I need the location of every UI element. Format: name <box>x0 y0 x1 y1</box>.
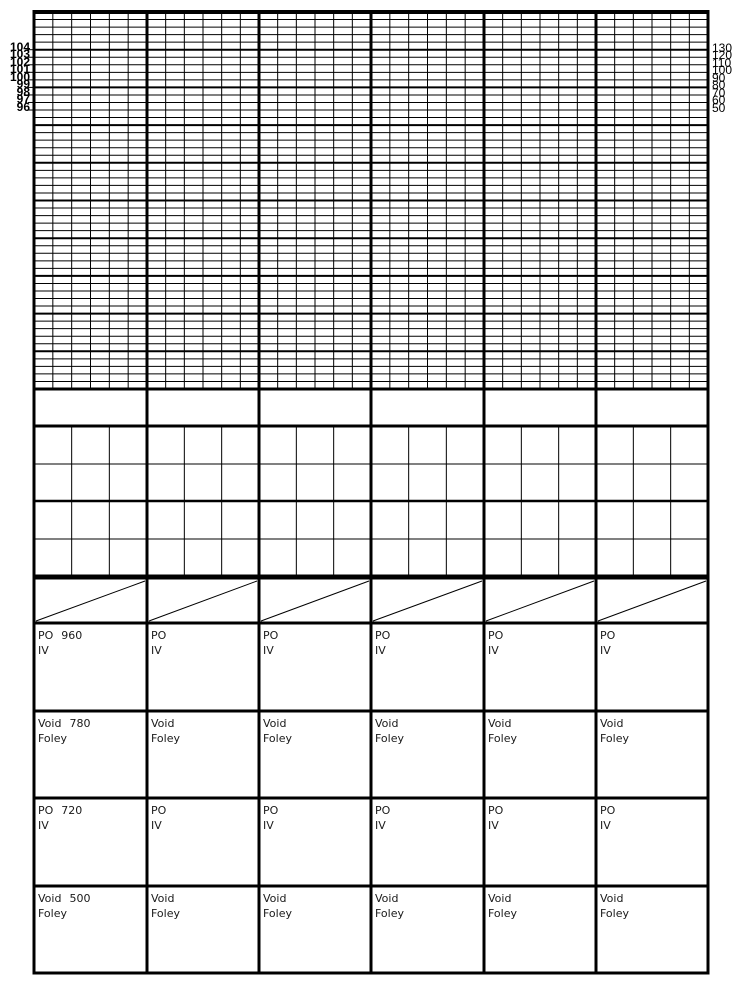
intake-output-cell[interactable]: Void Foley <box>151 716 180 746</box>
cell-label-void: Void <box>488 892 512 905</box>
intake-output-cell[interactable]: Void Foley <box>263 716 292 746</box>
intake-output-cell[interactable]: PO IV <box>375 803 390 833</box>
intake-output-cell[interactable]: Void Foley <box>375 891 404 921</box>
cell-value: 960 <box>61 629 83 642</box>
diagonal-line <box>260 580 370 622</box>
cell-label-void: Void <box>263 717 287 730</box>
cell-label-iv: IV <box>375 644 386 657</box>
pulse-label: 50 <box>712 101 726 116</box>
intake-output-cell[interactable]: Void Foley <box>600 716 629 746</box>
intake-output-cell[interactable]: Void Foley <box>375 716 404 746</box>
intake-output-cell[interactable]: Void Foley <box>488 891 517 921</box>
cell-label-iv: IV <box>151 819 162 832</box>
cell-label-iv: IV <box>488 819 499 832</box>
cell-label-iv: IV <box>375 819 386 832</box>
cell-label-foley: Foley <box>263 732 292 745</box>
intake-output-cell[interactable]: Void Foley <box>263 891 292 921</box>
cell-label-foley: Foley <box>488 907 517 920</box>
diagonal-line <box>148 580 258 622</box>
cell-label-void: Void 500 <box>38 892 91 905</box>
cell-label-po: PO <box>151 804 167 817</box>
intake-output-cell[interactable]: PO IV <box>263 803 278 833</box>
intake-output-cell[interactable]: Void Foley <box>151 891 180 921</box>
cell-label-po: PO 960 <box>38 629 83 642</box>
cell-label-foley: Foley <box>38 907 67 920</box>
cell-label-iv: IV <box>38 819 49 832</box>
cell-label-iv: IV <box>151 644 162 657</box>
cell-label-void: Void <box>151 892 175 905</box>
cell-label-iv: IV <box>263 819 274 832</box>
intake-output-cell[interactable]: PO IV <box>151 803 166 833</box>
cell-value: 780 <box>69 717 91 730</box>
vital-signs-chart-grid <box>28 10 710 975</box>
cell-label-po: PO <box>375 804 391 817</box>
cell-value: 720 <box>61 804 83 817</box>
cell-label-po: PO <box>375 629 391 642</box>
cell-label-void: Void <box>375 892 399 905</box>
cell-label-foley: Foley <box>151 907 180 920</box>
cell-label-iv: IV <box>488 644 499 657</box>
cell-label-iv: IV <box>263 644 274 657</box>
cell-label-iv: IV <box>38 644 49 657</box>
intake-output-cell[interactable]: PO 720 IV <box>38 803 82 833</box>
intake-output-cell[interactable]: Void 500 Foley <box>38 891 90 921</box>
cell-value: 500 <box>69 892 91 905</box>
cell-label-po: PO <box>263 804 279 817</box>
cell-label-foley: Foley <box>38 732 67 745</box>
intake-output-cell[interactable]: PO IV <box>488 803 503 833</box>
cell-label-po: PO 720 <box>38 804 83 817</box>
intake-output-cell[interactable]: PO IV <box>488 628 503 658</box>
intake-output-cell[interactable]: PO IV <box>600 628 615 658</box>
diagonal-line <box>35 580 146 622</box>
intake-output-cell[interactable]: PO IV <box>375 628 390 658</box>
temperature-label: 96 <box>16 100 30 115</box>
cell-label-foley: Foley <box>263 907 292 920</box>
diagonal-line <box>485 580 595 622</box>
diagonal-line <box>372 580 483 622</box>
cell-label-foley: Foley <box>488 732 517 745</box>
cell-label-iv: IV <box>600 644 611 657</box>
cell-label-void: Void <box>151 717 175 730</box>
cell-label-po: PO <box>600 629 616 642</box>
intake-output-cell[interactable]: Void Foley <box>600 891 629 921</box>
intake-output-cell[interactable]: PO IV <box>263 628 278 658</box>
cell-label-po: PO <box>488 629 504 642</box>
cell-label-po: PO <box>488 804 504 817</box>
intake-output-cell[interactable]: PO 960 IV <box>38 628 82 658</box>
cell-label-po: PO <box>600 804 616 817</box>
diagonal-line <box>597 580 707 622</box>
cell-label-foley: Foley <box>375 732 404 745</box>
cell-label-po: PO <box>263 629 279 642</box>
cell-label-void: Void <box>263 892 287 905</box>
cell-label-foley: Foley <box>600 907 629 920</box>
intake-output-cell[interactable]: PO IV <box>151 628 166 658</box>
cell-label-foley: Foley <box>151 732 180 745</box>
cell-label-po: PO <box>151 629 167 642</box>
intake-output-cell[interactable]: Void 780 Foley <box>38 716 90 746</box>
cell-label-foley: Foley <box>600 732 629 745</box>
cell-label-iv: IV <box>600 819 611 832</box>
cell-label-void: Void <box>488 717 512 730</box>
cell-label-void: Void 780 <box>38 717 91 730</box>
cell-label-foley: Foley <box>375 907 404 920</box>
intake-output-cell[interactable]: PO IV <box>600 803 615 833</box>
cell-label-void: Void <box>600 717 624 730</box>
cell-label-void: Void <box>600 892 624 905</box>
cell-label-void: Void <box>375 717 399 730</box>
intake-output-cell[interactable]: Void Foley <box>488 716 517 746</box>
